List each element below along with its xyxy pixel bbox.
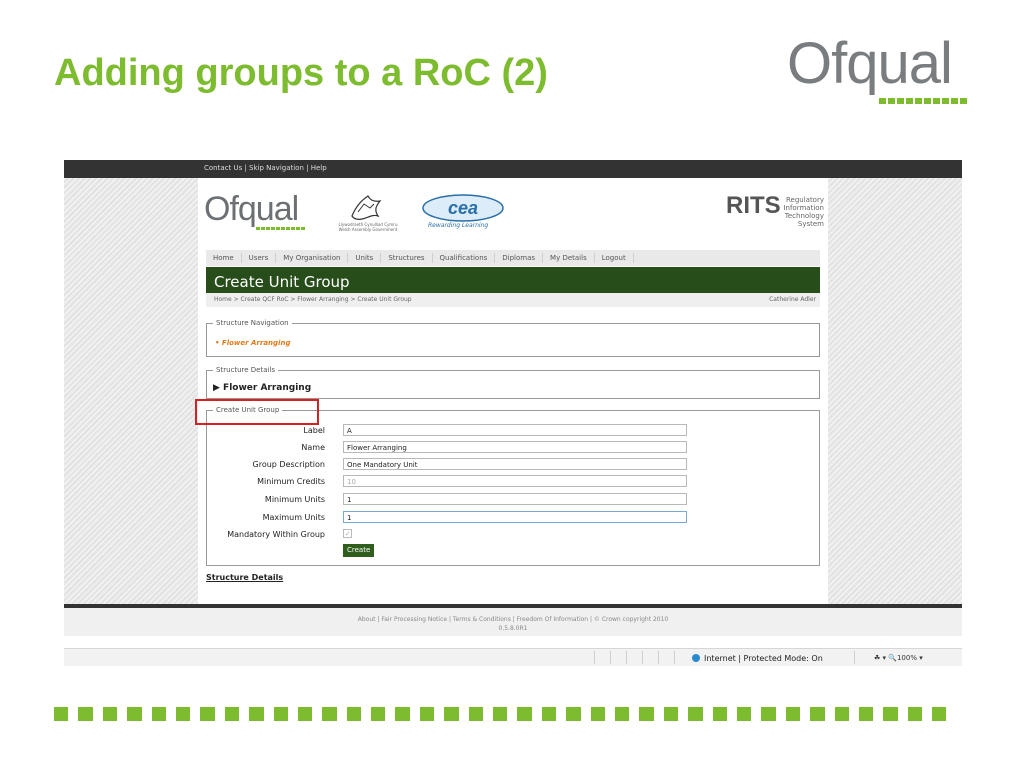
- max-units-field-label: Maximum Units: [262, 513, 325, 522]
- min-units-field-label: Minimum Units: [264, 495, 325, 504]
- name-row: Name Flower Arranging: [207, 441, 821, 455]
- max-units-input[interactable]: 1: [343, 511, 687, 523]
- structure-details-legend: Structure Details: [213, 366, 279, 374]
- create-button[interactable]: Create: [343, 544, 375, 557]
- welsh-gov-text: Llywodraeth Cynulliad Cymru Welsh Assemb…: [338, 222, 398, 232]
- header-ofqual-logo[interactable]: Ofqual: [204, 190, 299, 229]
- min-credits-input[interactable]: 10: [343, 475, 687, 487]
- label-field-label: Label: [303, 426, 325, 435]
- footer-links[interactable]: About | Fair Processing Notice | Terms &…: [64, 616, 962, 623]
- mandatory-row: Mandatory Within Group ✓: [207, 528, 821, 542]
- ofqual-logo-text: Ofqual: [787, 31, 953, 96]
- bottom-dot-border: [54, 707, 947, 721]
- mandatory-checkbox[interactable]: ✓: [343, 529, 352, 538]
- min-units-input[interactable]: 1: [343, 493, 687, 505]
- structure-navigation-panel: Structure Navigation • Flower Arranging: [206, 319, 820, 357]
- description-row: Group Description One Mandatory Unit: [207, 458, 821, 472]
- nav-structures[interactable]: Structures: [381, 253, 433, 263]
- page-title-bar: Create Unit Group: [206, 267, 820, 293]
- structure-navigation-legend: Structure Navigation: [213, 319, 292, 327]
- nav-users[interactable]: Users: [242, 253, 277, 263]
- rits-subtitle: Regulatory Information Technology System: [783, 196, 824, 228]
- main-nav: Home Users My Organisation Units Structu…: [206, 250, 820, 266]
- max-units-row: Maximum Units 1: [207, 511, 821, 525]
- security-zone[interactable]: Internet | Protected Mode: On: [704, 654, 823, 663]
- globe-icon: [692, 654, 700, 662]
- nav-qualifications[interactable]: Qualifications: [433, 253, 496, 263]
- create-row: Create: [207, 544, 821, 558]
- min-credits-row: Minimum Credits 10: [207, 475, 821, 489]
- browser-status-bar: Internet | Protected Mode: On ☘ ▾ 🔍100% …: [64, 648, 962, 666]
- nav-diplomas[interactable]: Diplomas: [495, 253, 544, 263]
- breadcrumb-text[interactable]: Home > Create QCF RoC > Flower Arranging…: [214, 296, 412, 303]
- description-field-label: Group Description: [252, 460, 325, 469]
- create-unit-group-panel: Create Unit Group Label A Name Flower Ar…: [206, 406, 821, 566]
- page-margin-right: [828, 178, 962, 604]
- cea-tagline: Rewarding Learning: [428, 222, 489, 229]
- page-footer: About | Fair Processing Notice | Terms &…: [64, 608, 962, 636]
- page-title: Create Unit Group: [214, 273, 350, 291]
- zoom-level[interactable]: ☘ ▾ 🔍100% ▾: [874, 654, 923, 662]
- top-links[interactable]: Contact Us | Skip Navigation | Help: [204, 164, 327, 172]
- nav-logout[interactable]: Logout: [595, 253, 634, 263]
- svg-text:cea: cea: [448, 198, 478, 218]
- nav-my-details[interactable]: My Details: [543, 253, 595, 263]
- nav-units[interactable]: Units: [348, 253, 382, 263]
- nav-home[interactable]: Home: [206, 253, 242, 263]
- name-input[interactable]: Flower Arranging: [343, 441, 687, 453]
- label-row: Label A: [207, 424, 821, 438]
- nav-my-organisation[interactable]: My Organisation: [276, 253, 349, 263]
- footer-version: 0.5.8.0R1: [498, 625, 528, 632]
- name-field-label: Name: [301, 443, 325, 452]
- structure-details-heading[interactable]: ▶ Flower Arranging: [213, 383, 311, 393]
- ofqual-logo-dots: [879, 98, 967, 104]
- page-content: Ofqual Llywodraeth Cynulliad Cymru Welsh…: [198, 178, 828, 604]
- welsh-dragon-icon: [351, 195, 382, 220]
- structure-navigation-item[interactable]: • Flower Arranging: [215, 339, 290, 347]
- header-ofqual-dots: [256, 227, 305, 230]
- structure-details-panel: Structure Details ▶ Flower Arranging: [206, 366, 820, 399]
- rits-logo: RITS: [726, 192, 781, 219]
- min-units-row: Minimum Units 1: [207, 493, 821, 507]
- breadcrumb: Home > Create QCF RoC > Flower Arranging…: [206, 293, 820, 307]
- min-credits-field-label: Minimum Credits: [257, 477, 325, 486]
- page-margin-left: [64, 178, 198, 604]
- label-input[interactable]: A: [343, 424, 687, 436]
- current-user: Catherine Adler: [769, 296, 816, 303]
- description-input[interactable]: One Mandatory Unit: [343, 458, 687, 470]
- highlight-box: [195, 399, 319, 425]
- slide-title: Adding groups to a RoC (2): [54, 52, 548, 94]
- ofqual-logo: Ofqual: [787, 34, 977, 110]
- mandatory-field-label: Mandatory Within Group: [227, 530, 325, 539]
- structure-details-link[interactable]: Structure Details: [206, 573, 283, 582]
- top-bar: Contact Us | Skip Navigation | Help: [64, 160, 962, 178]
